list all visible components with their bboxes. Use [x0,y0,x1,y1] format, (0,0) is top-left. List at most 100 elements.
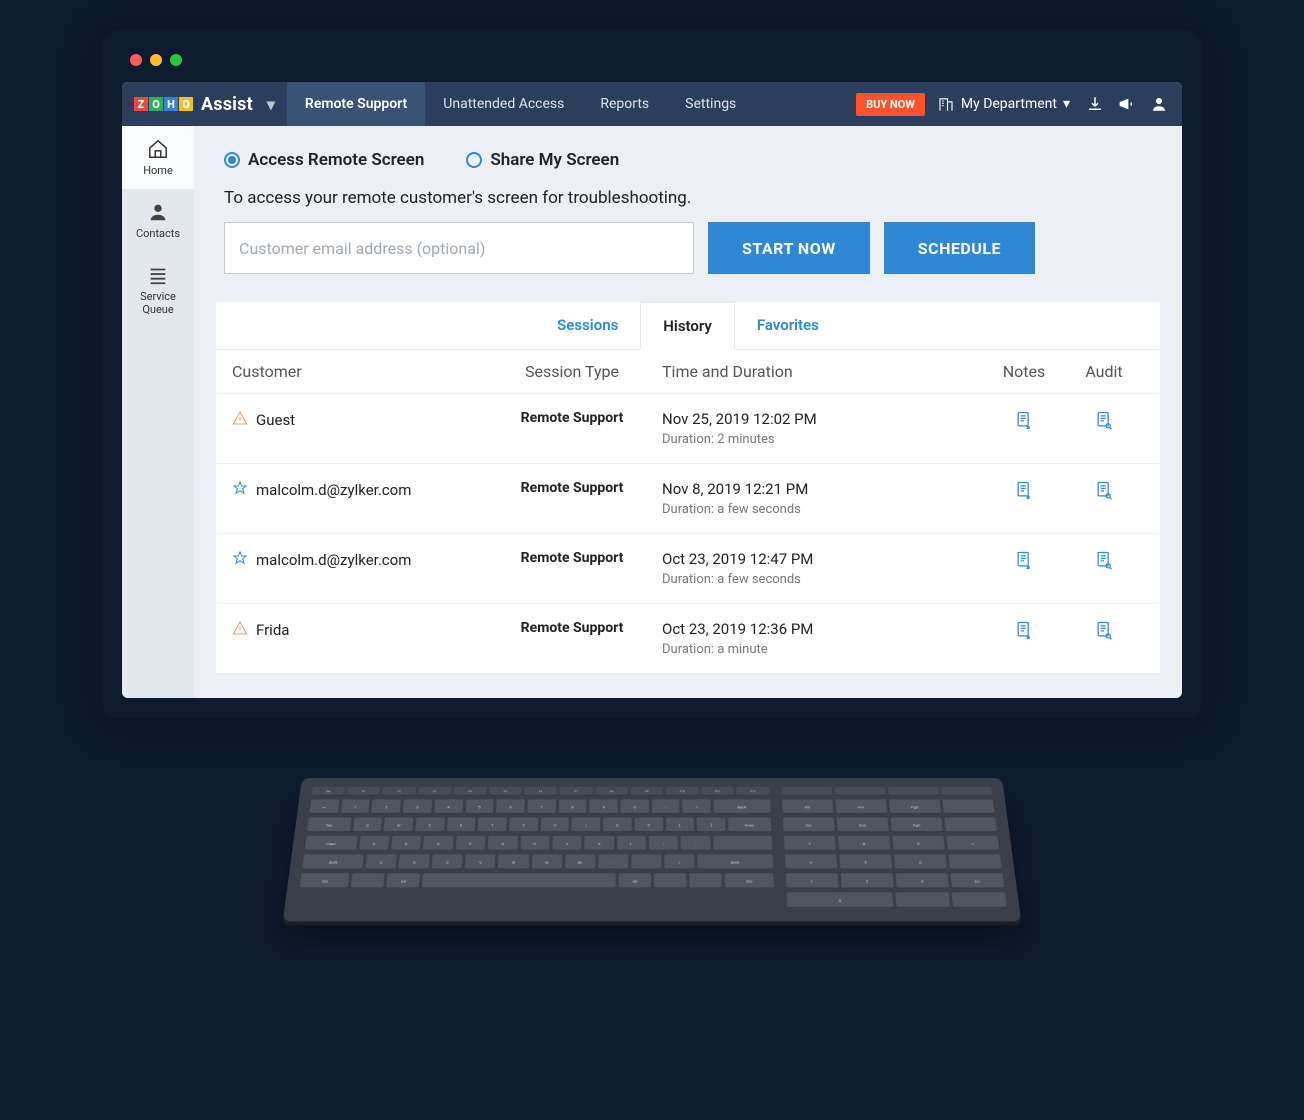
table-row: Guest Remote Support Nov 25, 2019 12:02 … [216,394,1160,464]
history-card: Sessions History Favorites Customer Sess… [216,302,1160,674]
tab-history[interactable]: History [640,302,735,350]
col-audit: Audit [1064,362,1144,381]
tab-sessions[interactable]: Sessions [535,302,640,349]
session-time: Nov 8, 2019 12:21 PM [662,480,984,498]
main-content: Access Remote Screen Share My Screen To … [194,126,1182,698]
radio-unchecked-icon [466,152,482,168]
megaphone-icon[interactable] [1118,95,1136,113]
download-icon[interactable] [1086,95,1104,113]
sidebar-item-label: Home [143,164,173,177]
close-dot[interactable] [130,54,142,66]
session-duration: Duration: a few seconds [662,572,984,587]
radio-share-screen[interactable]: Share My Screen [466,150,619,170]
app-body: Home Contacts Service Queue Access Remot… [122,126,1182,698]
tab-favorites[interactable]: Favorites [735,302,841,349]
customer-cell: malcolm.d@zylker.com [232,550,482,570]
table-header: Customer Session Type Time and Duration … [216,350,1160,394]
time-cell: Nov 8, 2019 12:21 PM Duration: a few sec… [662,480,984,517]
start-now-button[interactable]: START NOW [708,222,870,274]
star-icon [232,550,248,570]
customer-name: malcolm.d@zylker.com [256,481,411,499]
tab-settings[interactable]: Settings [667,82,754,126]
department-label: My Department [961,96,1057,112]
time-cell: Nov 25, 2019 12:02 PM Duration: 2 minute… [662,410,984,447]
customer-cell: malcolm.d@zylker.com [232,480,482,500]
action-row: START NOW SCHEDULE [216,222,1160,274]
session-time: Oct 23, 2019 12:36 PM [662,620,984,638]
tab-unattended-access[interactable]: Unattended Access [425,82,582,126]
session-type-cell: Remote Support [482,620,662,636]
radio-label: Access Remote Screen [248,150,424,170]
warning-icon [232,410,248,430]
building-icon [937,95,955,113]
buy-now-button[interactable]: BUY NOW [856,93,925,116]
notes-button[interactable] [984,620,1064,640]
brand-logo[interactable]: Z O H O Assist ▾ [122,94,287,115]
sidebar-item-home[interactable]: Home [122,126,194,189]
customer-email-input[interactable] [224,222,694,274]
tab-remote-support[interactable]: Remote Support [287,82,425,126]
history-tabs: Sessions History Favorites [216,302,1160,350]
table-body: Guest Remote Support Nov 25, 2019 12:02 … [216,394,1160,674]
notes-button[interactable] [984,550,1064,570]
radio-access-remote[interactable]: Access Remote Screen [224,150,424,170]
window-controls [122,50,1182,82]
audit-button[interactable] [1064,620,1144,640]
notes-button[interactable] [984,410,1064,430]
session-type-cell: Remote Support [482,410,662,426]
table-row: malcolm.d@zylker.com Remote Support Oct … [216,534,1160,604]
minimize-dot[interactable] [150,54,162,66]
audit-button[interactable] [1064,410,1144,430]
customer-name: Guest [256,411,295,429]
department-dropdown[interactable]: My Department ▾ [937,95,1070,113]
session-mode-row: Access Remote Screen Share My Screen [216,150,1160,170]
session-time: Nov 25, 2019 12:02 PM [662,410,984,428]
contacts-icon [147,201,169,223]
star-icon [232,480,248,500]
customer-name: malcolm.d@zylker.com [256,551,411,569]
maximize-dot[interactable] [170,54,182,66]
home-icon [147,138,169,160]
session-type-cell: Remote Support [482,480,662,496]
radio-checked-icon [224,152,240,168]
app-window: Z O H O Assist ▾ Remote Support Unattend… [122,82,1182,698]
topbar: Z O H O Assist ▾ Remote Support Unattend… [122,82,1182,126]
customer-cell: Guest [232,410,482,430]
session-duration: Duration: a minute [662,642,984,657]
customer-name: Frida [256,621,289,639]
table-row: Frida Remote Support Oct 23, 2019 12:36 … [216,604,1160,674]
time-cell: Oct 23, 2019 12:36 PM Duration: a minute [662,620,984,657]
sidebar-item-label: Contacts [136,227,180,240]
chevron-down-icon: ▾ [267,95,275,114]
col-session-type: Session Type [482,362,662,381]
col-time: Time and Duration [662,362,984,381]
sidebar-item-service-queue[interactable]: Service Queue [122,252,194,328]
user-icon[interactable] [1150,95,1168,113]
audit-button[interactable] [1064,550,1144,570]
warning-icon [232,620,248,640]
session-type-cell: Remote Support [482,550,662,566]
session-duration: Duration: 2 minutes [662,432,984,447]
session-duration: Duration: a few seconds [662,502,984,517]
sidebar-item-label: Service Queue [126,290,190,316]
zoho-logo-icon: Z O H O [134,97,193,111]
audit-button[interactable] [1064,480,1144,500]
monitor-frame: Z O H O Assist ▾ Remote Support Unattend… [102,30,1202,718]
sidebar-item-contacts[interactable]: Contacts [122,189,194,252]
sidebar: Home Contacts Service Queue [122,126,194,698]
keyboard-illustration: EscF1F2F3F4F5F6F7F8F9F10F11F12 ~12345678… [302,778,1002,958]
notes-button[interactable] [984,480,1064,500]
customer-cell: Frida [232,620,482,640]
table-row: malcolm.d@zylker.com Remote Support Nov … [216,464,1160,534]
radio-label: Share My Screen [490,150,619,170]
schedule-button[interactable]: SCHEDULE [884,222,1035,274]
tab-reports[interactable]: Reports [582,82,667,126]
session-time: Oct 23, 2019 12:47 PM [662,550,984,568]
queue-icon [147,264,169,286]
product-name: Assist [201,94,253,115]
nav-tabs: Remote Support Unattended Access Reports… [287,82,754,126]
chevron-down-icon: ▾ [1063,96,1070,112]
time-cell: Oct 23, 2019 12:47 PM Duration: a few se… [662,550,984,587]
col-notes: Notes [984,362,1064,381]
col-customer: Customer [232,362,482,381]
